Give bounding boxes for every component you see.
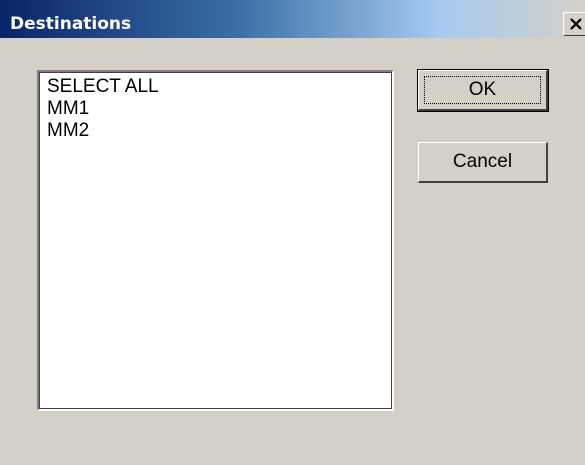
destinations-dialog: Destinations SELECT ALL MM1 MM2 OK Cance… [0, 0, 585, 465]
list-item-select-all[interactable]: SELECT ALL [47, 76, 159, 98]
title-bar[interactable]: Destinations [0, 0, 585, 38]
list-item-mm1[interactable]: MM1 [47, 98, 89, 120]
destinations-listbox[interactable]: SELECT ALL MM1 MM2 [37, 70, 394, 411]
dialog-title: Destinations [10, 14, 132, 34]
ok-button-label: OK [424, 76, 541, 104]
cancel-button[interactable]: Cancel [418, 142, 548, 183]
close-icon [570, 18, 582, 30]
list-item-mm2[interactable]: MM2 [47, 120, 89, 142]
ok-button[interactable]: OK [417, 69, 549, 112]
close-button[interactable] [563, 12, 585, 36]
